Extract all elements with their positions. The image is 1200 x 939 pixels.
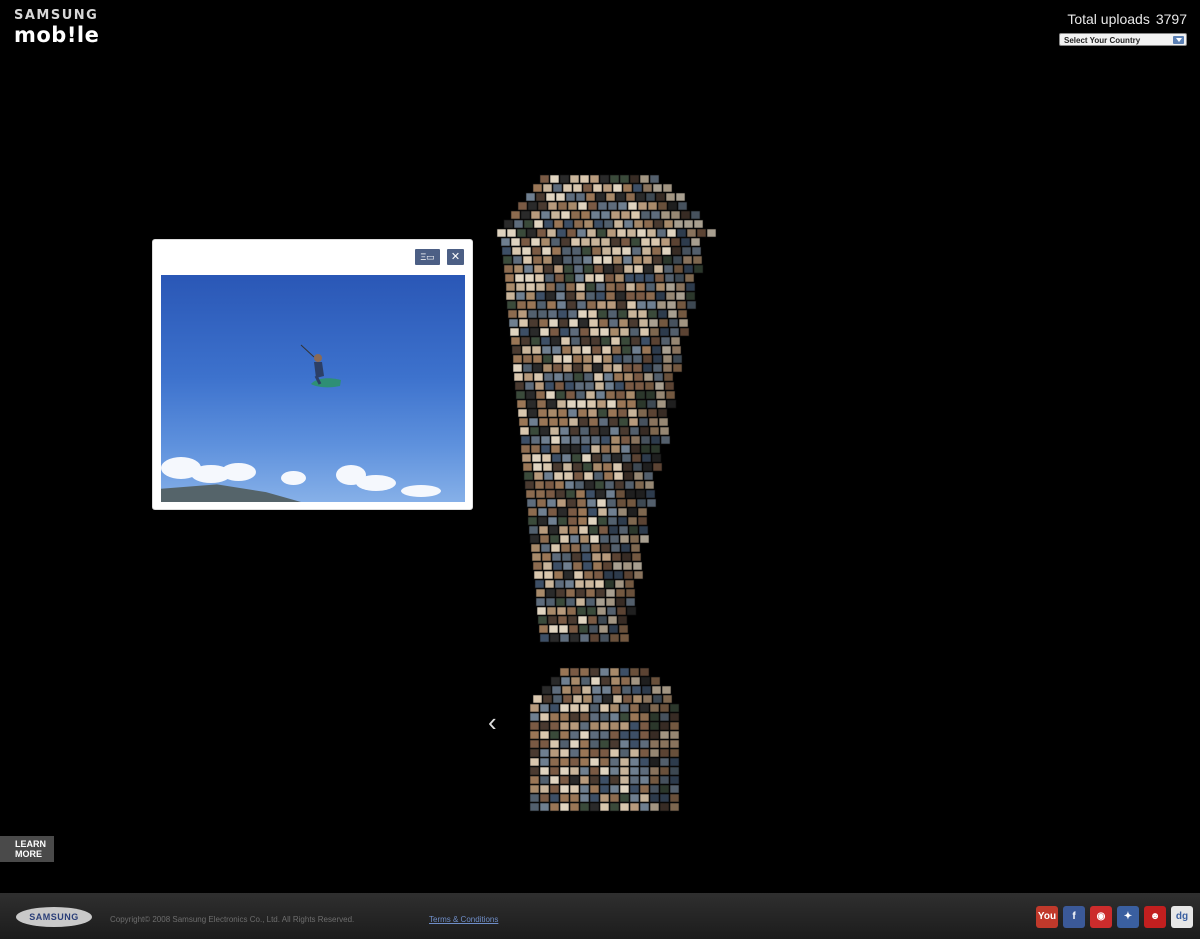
copyright-text: Copyright© 2008 Samsung Electronics Co.,… (110, 915, 355, 924)
learn-more-line2: MORE (15, 849, 42, 859)
terms-link[interactable]: Terms & Conditions (429, 915, 498, 924)
kitesurfer-image (300, 344, 341, 388)
myspace-icon[interactable]: ✦ (1117, 906, 1139, 928)
video-popup: Ξ▭ ✕ (153, 240, 472, 509)
minimize-button[interactable]: Ξ▭ (415, 249, 440, 265)
footer-samsung-logo[interactable]: SAMSUNG (16, 907, 92, 927)
bebo-icon[interactable]: ☻ (1144, 906, 1166, 928)
learn-more-button[interactable]: LEARN MORE (0, 836, 54, 862)
youtube-icon[interactable]: You (1036, 906, 1058, 928)
video-player[interactable] (161, 275, 465, 502)
facebook-icon[interactable]: f (1063, 906, 1085, 928)
back-arrow-icon[interactable]: ‹ (488, 708, 508, 736)
learn-more-line1: LEARN (15, 839, 46, 849)
footer: SAMSUNG Copyright© 2008 Samsung Electron… (0, 893, 1200, 939)
digg-icon[interactable]: dg (1171, 906, 1193, 928)
close-button[interactable]: ✕ (447, 249, 464, 265)
flickr-icon[interactable]: ◉ (1090, 906, 1112, 928)
